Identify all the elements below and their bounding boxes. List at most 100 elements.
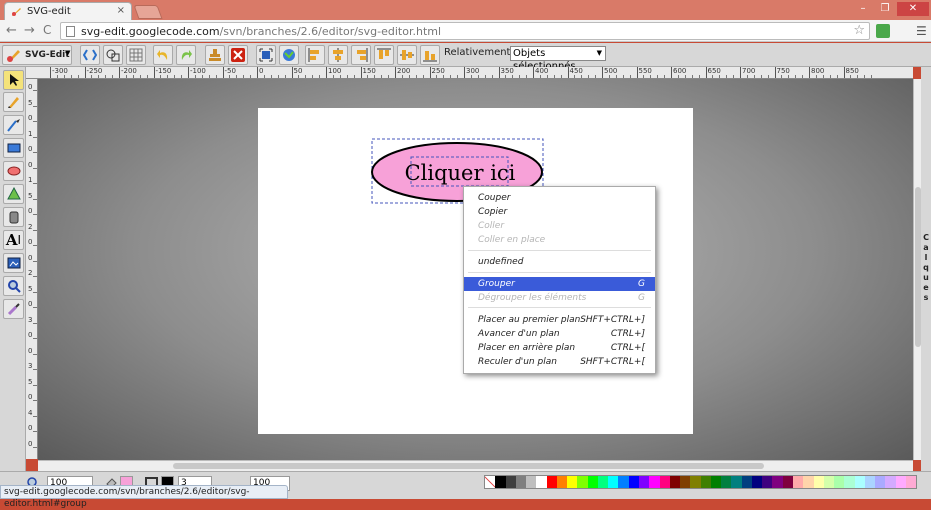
palette-swatch[interactable] [608, 476, 619, 488]
palette-swatch[interactable] [526, 476, 537, 488]
extension-icon[interactable] [876, 24, 890, 38]
source-button[interactable] [80, 45, 100, 65]
context-menu-item[interactable]: undefined [464, 255, 655, 269]
palette-swatch[interactable] [792, 476, 804, 488]
palette-swatch[interactable] [680, 476, 691, 488]
url-input[interactable]: svg-edit.googlecode.com/svn/branches/2.6… [60, 22, 870, 40]
palette-swatch[interactable] [577, 476, 588, 488]
text-tool[interactable]: AI [3, 230, 24, 250]
align-right-button[interactable] [351, 45, 371, 65]
select-tool[interactable] [3, 70, 24, 90]
palette-swatch[interactable] [864, 476, 876, 488]
main-menu-button[interactable]: SVG-Edit ▼ [2, 45, 72, 65]
palette-swatch[interactable] [587, 476, 598, 488]
reload-icon[interactable]: C [43, 23, 51, 37]
palette-swatch[interactable] [895, 476, 906, 488]
align-left-button[interactable] [305, 45, 325, 65]
palette-swatch[interactable] [618, 476, 629, 488]
close-window-button[interactable]: ✕ [897, 2, 929, 16]
palette-swatch[interactable] [854, 476, 865, 488]
shape-library-tool[interactable] [3, 207, 24, 227]
context-menu-item[interactable]: Avancer d'un plan CTRL+] [464, 327, 655, 341]
path-tool[interactable] [3, 184, 24, 204]
palette-swatch[interactable] [556, 476, 568, 488]
context-menu-item[interactable]: Couper [464, 191, 655, 205]
palette-swatch[interactable] [772, 476, 783, 488]
horizontal-scrollbar[interactable] [38, 460, 913, 471]
relative-to-select[interactable]: Objets sélectionnés▼ [510, 46, 606, 72]
palette-swatch[interactable] [690, 476, 701, 488]
layers-panel-handle[interactable]: Calques [921, 67, 931, 471]
palette-swatch[interactable] [710, 476, 722, 488]
browser-menu-icon[interactable]: ☰ [916, 24, 927, 38]
palette-swatch[interactable] [649, 476, 660, 488]
palette-swatch[interactable] [659, 476, 670, 488]
tab-close-icon[interactable]: × [117, 5, 125, 16]
zoom-tool[interactable] [3, 276, 24, 296]
color-palette[interactable] [484, 475, 917, 489]
rect-tool[interactable] [3, 138, 24, 158]
context-menu-item[interactable]: Dégrouper les éléments G [464, 291, 655, 305]
clone-button[interactable] [205, 45, 225, 65]
palette-swatch[interactable] [741, 476, 752, 488]
context-menu-item[interactable]: Grouper G [464, 277, 655, 291]
palette-swatch[interactable] [844, 476, 855, 488]
grid-button[interactable] [126, 45, 146, 65]
palette-swatch[interactable] [731, 476, 742, 488]
browser-tab[interactable]: SVG-edit × [4, 2, 132, 20]
context-menu-item[interactable]: Reculer d'un plan SHFT+CTRL+[ [464, 355, 655, 369]
align-top-button[interactable] [374, 45, 394, 65]
palette-swatch[interactable] [905, 476, 917, 488]
image-tool[interactable] [3, 253, 24, 273]
forward-icon[interactable]: → [24, 23, 35, 38]
palette-swatch[interactable] [628, 476, 639, 488]
palette-swatch[interactable] [885, 476, 896, 488]
eyedropper-tool[interactable] [3, 299, 24, 319]
undo-button[interactable] [153, 45, 173, 65]
ellipse-tool[interactable] [3, 161, 24, 181]
palette-swatch[interactable] [515, 476, 527, 488]
palette-swatch[interactable] [875, 476, 886, 488]
palette-swatch[interactable] [751, 476, 763, 488]
palette-swatch[interactable] [505, 476, 516, 488]
palette-swatch[interactable] [834, 476, 845, 488]
palette-swatch[interactable] [762, 476, 773, 488]
palette-swatch[interactable] [546, 476, 557, 488]
palette-swatch[interactable] [700, 476, 711, 488]
line-tool[interactable] [3, 115, 24, 135]
palette-swatch[interactable] [597, 476, 609, 488]
palette-swatch[interactable] [721, 476, 732, 488]
redo-button[interactable] [176, 45, 196, 65]
move-to-top-button[interactable] [256, 45, 276, 65]
palette-swatch[interactable] [803, 476, 814, 488]
button-label-text[interactable]: Cliquer ici [405, 161, 516, 185]
palette-swatch[interactable] [536, 476, 547, 488]
delete-button[interactable] [228, 45, 248, 65]
palette-swatch[interactable] [669, 476, 681, 488]
palette-swatch[interactable] [495, 476, 506, 488]
maximize-button[interactable]: ❐ [874, 2, 896, 16]
bookmark-star-icon[interactable]: ☆ [853, 23, 865, 38]
horizontal-scrollbar-thumb[interactable] [173, 463, 764, 469]
context-menu-item[interactable]: Coller [464, 219, 655, 233]
context-menu-item[interactable]: Coller en place [464, 233, 655, 247]
convert-path-button[interactable] [279, 45, 299, 65]
back-icon[interactable]: ← [6, 23, 17, 38]
context-menu-item[interactable]: Placer en arrière plan CTRL+[ [464, 341, 655, 355]
no-color-swatch[interactable] [485, 476, 496, 488]
align-bottom-button[interactable] [420, 45, 440, 65]
context-menu-item[interactable]: Copier [464, 205, 655, 219]
vertical-scrollbar[interactable] [913, 79, 921, 460]
palette-swatch[interactable] [823, 476, 835, 488]
align-center-button[interactable] [328, 45, 348, 65]
context-menu-item[interactable]: Placer au premier plan SHFT+CTRL+] [464, 313, 655, 327]
new-tab-button[interactable] [133, 5, 163, 19]
align-middle-button[interactable] [397, 45, 417, 65]
minimize-button[interactable]: – [852, 2, 874, 16]
wireframe-button[interactable] [103, 45, 123, 65]
palette-swatch[interactable] [567, 476, 578, 488]
palette-swatch[interactable] [813, 476, 824, 488]
palette-swatch[interactable] [638, 476, 650, 488]
pencil-tool[interactable] [3, 92, 24, 112]
palette-swatch[interactable] [782, 476, 793, 488]
